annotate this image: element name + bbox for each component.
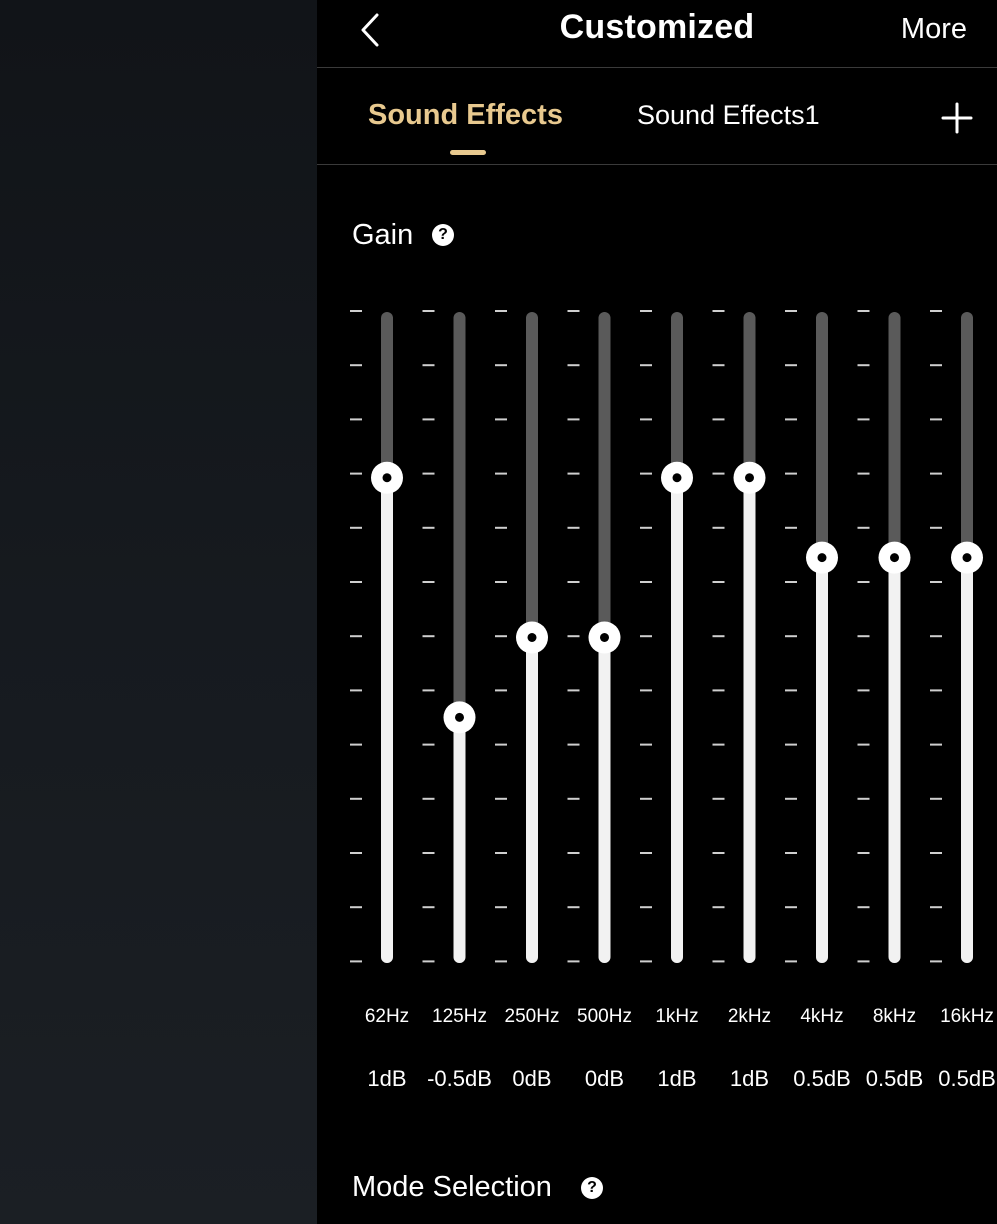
slider-knob-dot [817, 553, 827, 563]
band-gain-value: 0dB [585, 1066, 624, 1091]
slider-knob-dot [527, 633, 537, 642]
slider-knob-dot [962, 553, 972, 563]
slider-knob-dot [890, 553, 899, 563]
equalizer-sliders: 62Hz 1dB 125Hz -0.5dB 250Hz 0dB 500Hz 0dB 1kHz 1d… [350, 310, 996, 1091]
background-pane [0, 0, 317, 1224]
band-frequency-label: 2kHz [728, 1006, 771, 1027]
question-circle-icon[interactable]: ? [581, 1177, 603, 1199]
band-gain-value: 1dB [657, 1066, 696, 1091]
slider-knob-dot [600, 633, 609, 642]
equalizer-screen: Customized More Sound Effects Sound Effe… [317, 0, 997, 1224]
mode-selection-label: Mode Selection [352, 1171, 552, 1203]
band-frequency-label: 1kHz [655, 1006, 698, 1027]
band-gain-value: -0.5dB [427, 1066, 492, 1091]
slider-knob-dot [745, 473, 754, 483]
band-frequency-label: 500Hz [577, 1006, 632, 1027]
band-frequency-label: 4kHz [800, 1006, 843, 1027]
band-gain-value: 0.5dB [938, 1066, 996, 1091]
band-frequency-label: 125Hz [432, 1006, 487, 1027]
slider-knob-dot [672, 473, 682, 483]
band-frequency-label: 8kHz [873, 1006, 916, 1027]
band-frequency-label: 16kHz [940, 1006, 994, 1027]
band-frequency-label: 250Hz [505, 1006, 560, 1027]
band-frequency-label: 62Hz [365, 1006, 409, 1027]
band-gain-value: 1dB [367, 1066, 406, 1091]
band-gain-value: 0.5dB [866, 1066, 924, 1091]
slider-knob-dot [382, 473, 392, 483]
band-gain-value: 1dB [730, 1066, 769, 1091]
band-gain-value: 0.5dB [793, 1066, 851, 1091]
band-gain-value: 0dB [512, 1066, 551, 1091]
slider-knob-dot [455, 712, 464, 722]
